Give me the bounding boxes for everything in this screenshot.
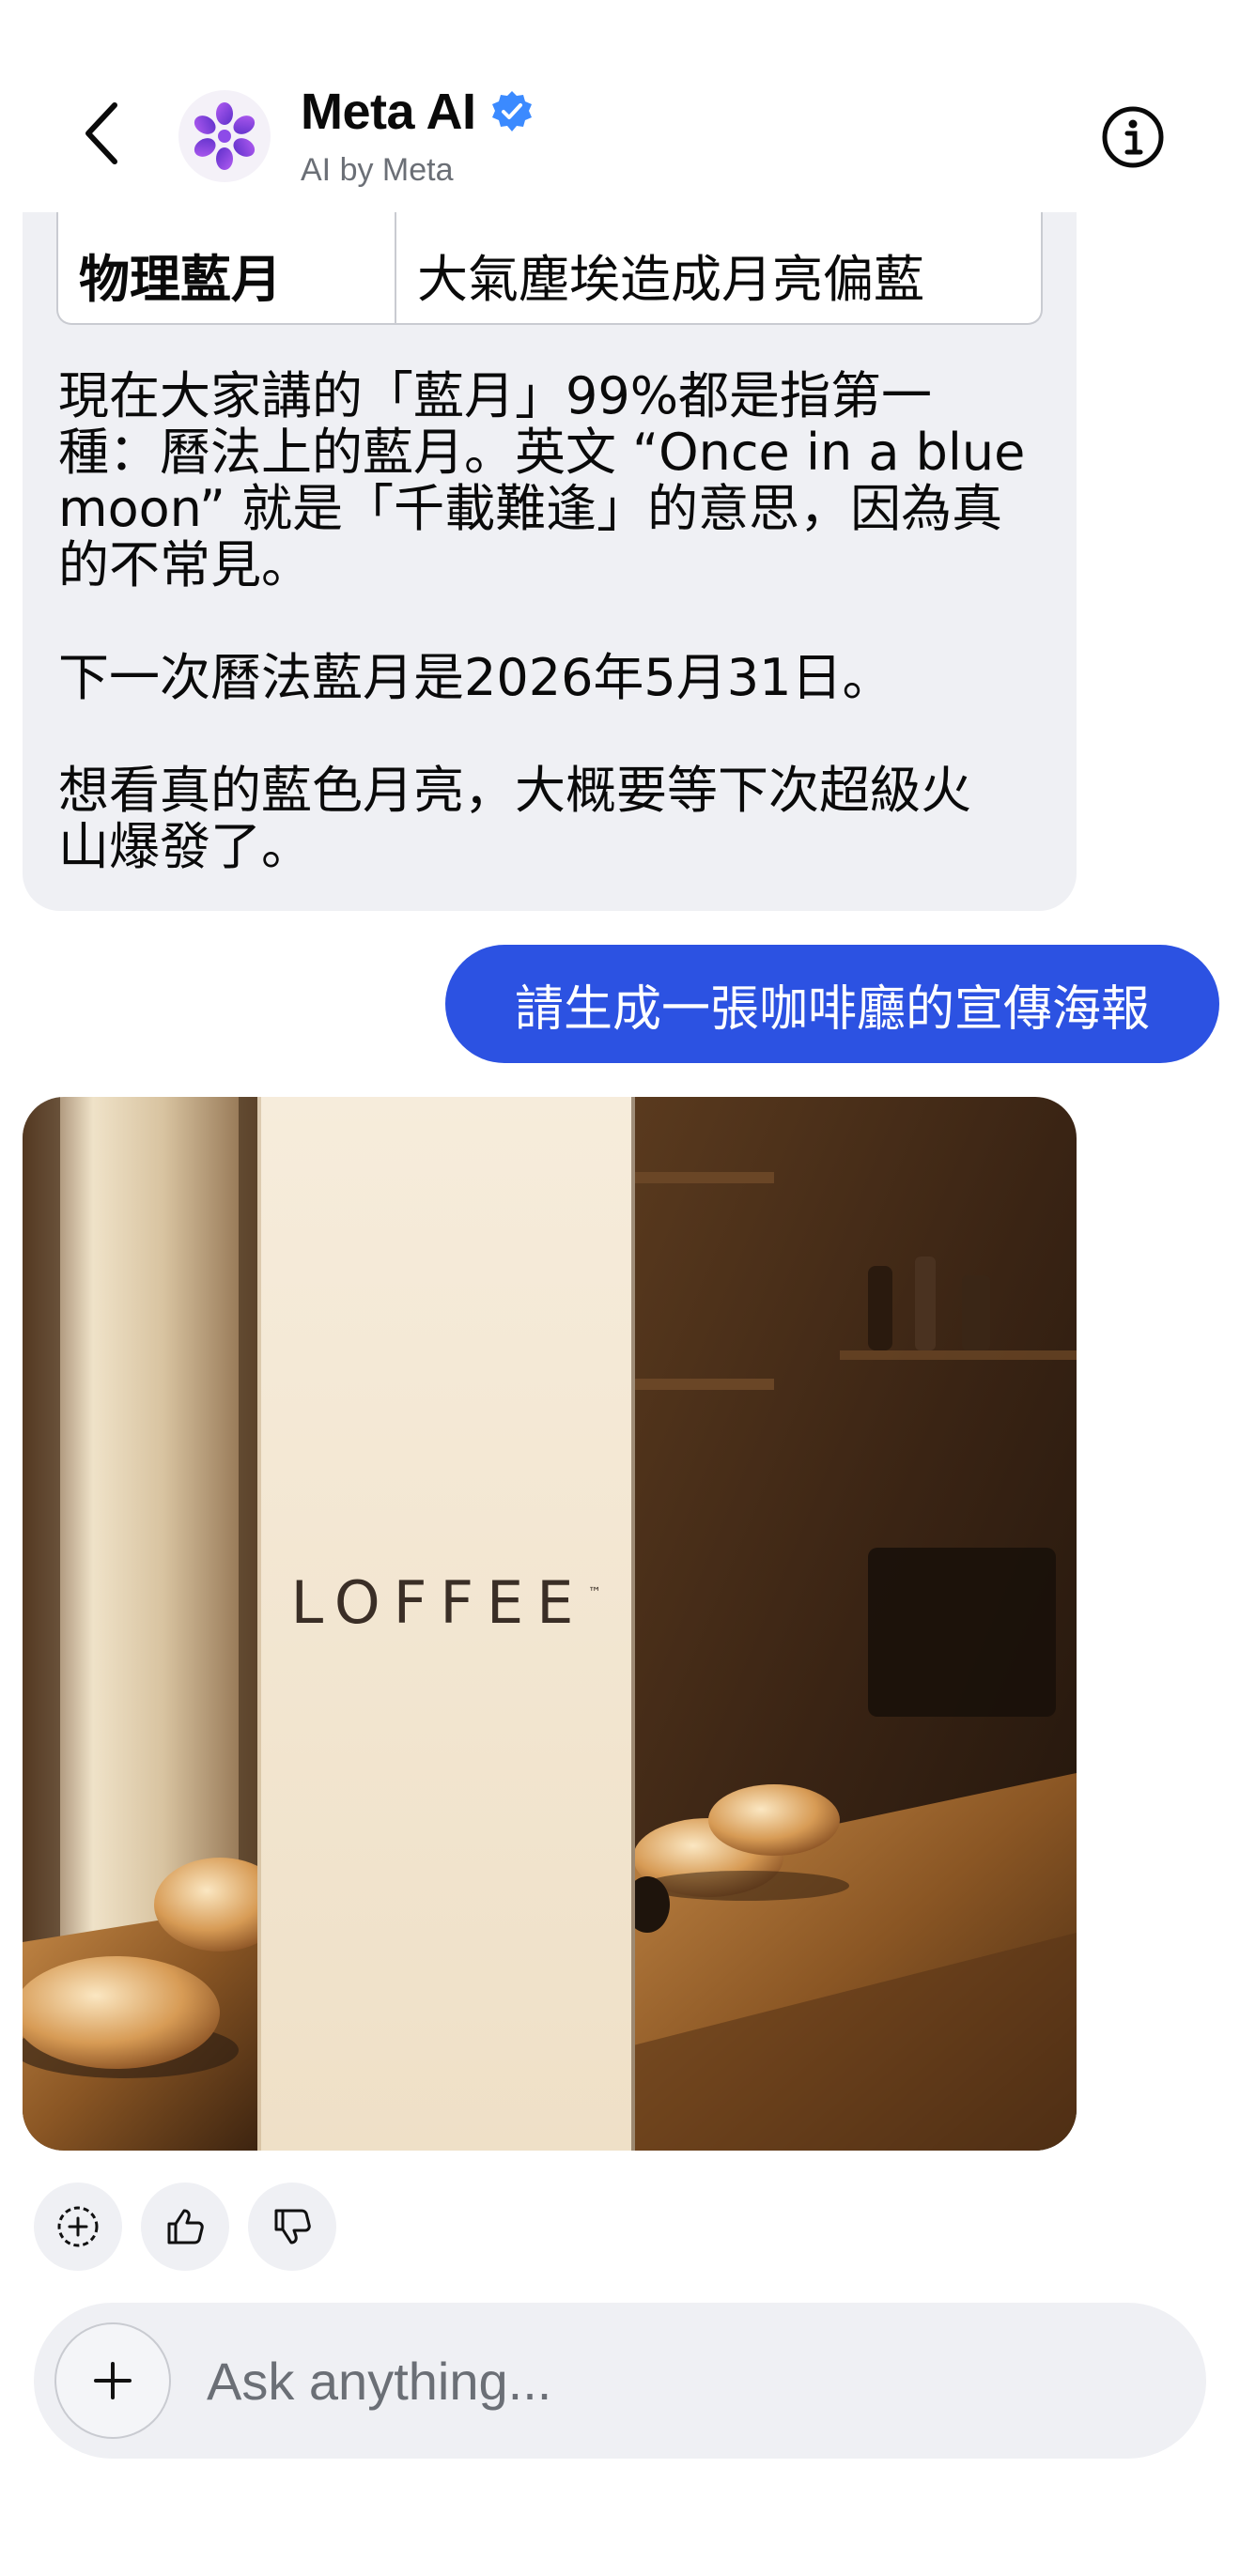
- title-row: Meta AI: [301, 83, 535, 141]
- verified-badge-icon: [491, 91, 532, 131]
- user-message-text: 請生成一張咖啡廳的宣傳海報: [514, 980, 1150, 1038]
- add-reaction-button[interactable]: [34, 2183, 122, 2271]
- ai-message-paragraph: 現在大家講的「藍月」99%都是指第一 種：曆法上的藍月。英文 “Once in …: [58, 366, 1026, 594]
- chevron-left-icon: [85, 102, 117, 164]
- plus-icon: [94, 2362, 132, 2399]
- thumbs-down-button[interactable]: [248, 2183, 336, 2271]
- poster-illustration: LOFFEE ™: [23, 1097, 1077, 2151]
- poster-brand-text: LOFFEE: [291, 1568, 587, 1637]
- ai-message-paragraph: 想看真的藍色月亮，大概要等下次超級火 山爆發了。: [58, 761, 971, 876]
- trademark-symbol: ™: [588, 1585, 601, 1600]
- chat-header: Meta AI AI by Meta: [0, 0, 1240, 212]
- page-title: Meta AI: [301, 84, 476, 140]
- thumbs-up-button[interactable]: [141, 2183, 229, 2271]
- ai-message-bubble: 物理藍月 大氣塵埃造成月亮偏藍 現在大家講的「藍月」99%都是指第一 種：曆法上…: [23, 169, 1077, 911]
- info-button[interactable]: [1099, 103, 1167, 171]
- thumbs-up-icon: [167, 2209, 204, 2244]
- meta-ai-logo-icon: [194, 102, 256, 170]
- meta-ai-avatar[interactable]: [178, 90, 271, 182]
- thumbs-down-icon: [274, 2209, 311, 2244]
- page-subtitle: AI by Meta: [301, 152, 454, 188]
- attach-button[interactable]: [54, 2322, 171, 2439]
- ai-message-paragraph: 下一次曆法藍月是2026年5月31日。: [58, 648, 893, 707]
- user-message-bubble[interactable]: 請生成一張咖啡廳的宣傳海報: [445, 945, 1219, 1063]
- generated-poster-image[interactable]: LOFFEE ™: [23, 1097, 1077, 2151]
- ask-input[interactable]: [205, 2331, 1163, 2430]
- message-composer: [34, 2303, 1206, 2459]
- back-button[interactable]: [68, 100, 135, 167]
- info-icon: [1102, 106, 1164, 168]
- add-reaction-icon: [57, 2206, 99, 2247]
